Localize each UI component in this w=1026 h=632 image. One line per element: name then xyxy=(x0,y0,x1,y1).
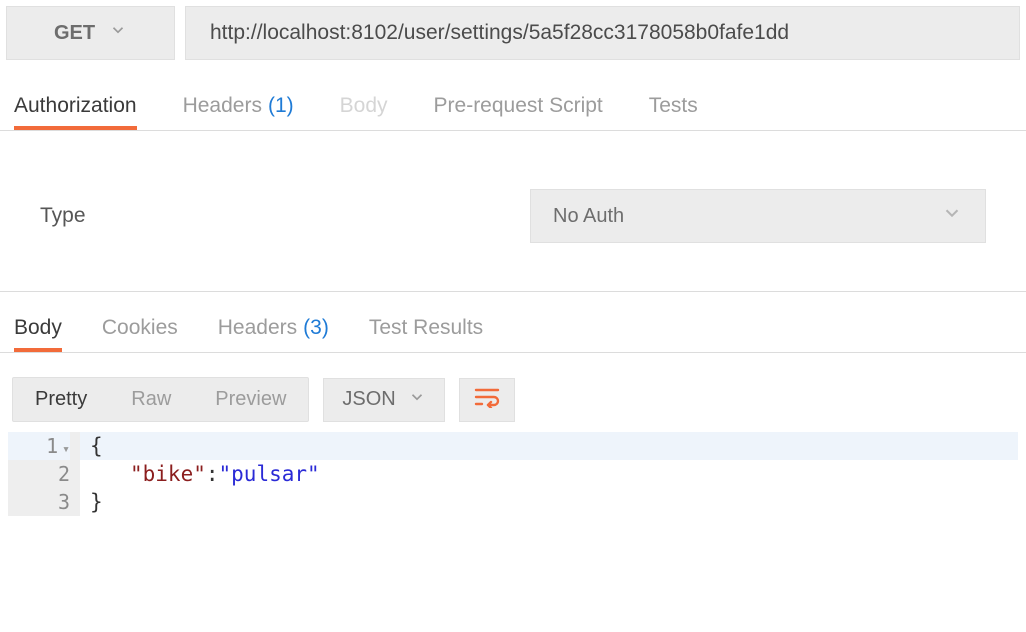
response-body: 1 ▾ 2 3 { "bike": "pulsar" } xyxy=(0,432,1026,524)
tab-count: (3) xyxy=(303,316,329,340)
view-mode-preview[interactable]: Preview xyxy=(193,378,308,421)
code-token: } xyxy=(90,488,103,516)
tab-label: Headers xyxy=(183,94,262,118)
tab-authorization[interactable]: Authorization xyxy=(14,94,137,130)
response-code[interactable]: { "bike": "pulsar" } xyxy=(80,432,1018,516)
url-field-container[interactable] xyxy=(185,6,1020,60)
http-method-select[interactable]: GET xyxy=(6,6,175,60)
view-mode-group: Pretty Raw Preview xyxy=(12,377,309,422)
tab-label: Test Results xyxy=(369,316,483,340)
line-number: 3 xyxy=(58,490,70,514)
response-toolbar: Pretty Raw Preview JSON xyxy=(0,353,1026,432)
http-method-label: GET xyxy=(54,22,95,45)
line-number-gutter: 1 ▾ 2 3 xyxy=(8,432,80,516)
code-token: { xyxy=(90,432,103,460)
tab-label: Body xyxy=(340,94,388,118)
resp-tab-body[interactable]: Body xyxy=(14,316,62,352)
resp-tab-cookies[interactable]: Cookies xyxy=(102,316,178,352)
code-string: "pulsar" xyxy=(219,460,320,488)
tab-label: Authorization xyxy=(14,94,137,118)
auth-type-select[interactable]: No Auth xyxy=(530,189,986,243)
resp-tab-test-results[interactable]: Test Results xyxy=(369,316,483,352)
line-number: 2 xyxy=(58,462,70,486)
response-format-select[interactable]: JSON xyxy=(323,378,444,422)
code-key: "bike" xyxy=(130,460,206,488)
url-input[interactable] xyxy=(210,21,995,45)
tab-label: Body xyxy=(14,316,62,340)
view-mode-raw[interactable]: Raw xyxy=(109,378,193,421)
request-tabs: Authorization Headers (1) Body Pre-reque… xyxy=(0,94,1026,130)
auth-type-selected: No Auth xyxy=(553,205,624,228)
fold-caret-icon[interactable]: ▾ xyxy=(62,442,70,457)
tab-tests[interactable]: Tests xyxy=(649,94,698,130)
authorization-pane: Type No Auth xyxy=(0,131,1026,291)
view-mode-pretty[interactable]: Pretty xyxy=(13,378,109,421)
tab-label: Pre-request Script xyxy=(434,94,603,118)
chevron-down-icon xyxy=(941,202,963,230)
line-number: 1 xyxy=(46,434,58,458)
tab-count: (1) xyxy=(268,94,294,118)
tab-body[interactable]: Body xyxy=(340,94,388,130)
chevron-down-icon xyxy=(109,21,127,45)
wrap-icon xyxy=(474,386,500,413)
tab-label: Cookies xyxy=(102,316,178,340)
auth-type-label: Type xyxy=(40,204,530,228)
tab-label: Tests xyxy=(649,94,698,118)
chevron-down-icon xyxy=(408,388,426,412)
tab-prerequest-script[interactable]: Pre-request Script xyxy=(434,94,603,130)
response-tabs: Body Cookies Headers (3) Test Results xyxy=(0,292,1026,352)
tab-headers[interactable]: Headers (1) xyxy=(183,94,294,130)
wrap-lines-button[interactable] xyxy=(459,378,515,422)
code-token: : xyxy=(206,460,219,488)
response-format-selected: JSON xyxy=(342,388,395,411)
resp-tab-headers[interactable]: Headers (3) xyxy=(218,316,329,352)
tab-label: Headers xyxy=(218,316,297,340)
